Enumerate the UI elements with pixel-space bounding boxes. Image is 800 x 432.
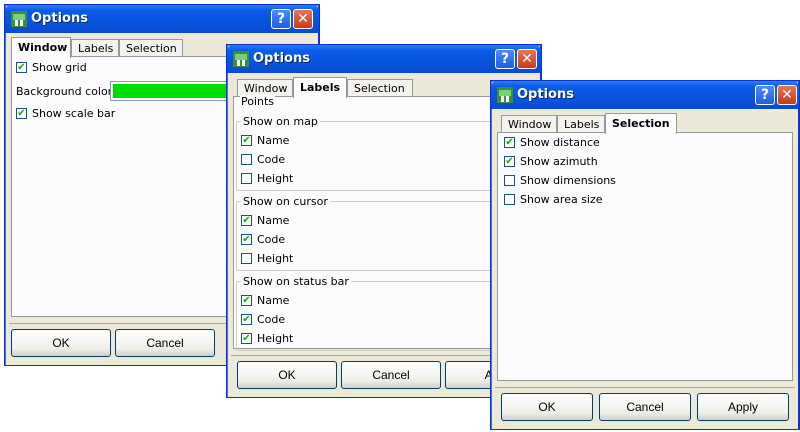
- checkbox-label: Height: [257, 332, 294, 345]
- app-icon: [11, 11, 27, 27]
- ok-button[interactable]: OK: [11, 329, 111, 357]
- tab-window[interactable]: Window: [501, 115, 557, 132]
- ok-button[interactable]: OK: [501, 393, 593, 421]
- ok-button[interactable]: OK: [237, 361, 337, 389]
- checkbox-unchecked-icon: [241, 253, 252, 264]
- checkbox-label: Code: [257, 233, 286, 246]
- show-grid-label: Show grid: [32, 61, 87, 74]
- title-bar[interactable]: Options ? ✕: [491, 81, 799, 109]
- checkbox-label: Name: [257, 134, 290, 147]
- cancel-button[interactable]: Cancel: [115, 329, 215, 357]
- close-button[interactable]: ✕: [517, 49, 537, 69]
- group-label: Show on cursor: [241, 195, 330, 208]
- checkbox-checked-icon: ✔: [241, 295, 252, 306]
- tab-window[interactable]: Window: [237, 79, 293, 96]
- checkbox-checked-icon: ✔: [241, 333, 252, 344]
- tab-labels[interactable]: Labels: [71, 39, 119, 56]
- checkbox-label: Height: [257, 252, 294, 265]
- tab-panel-selection: ✔ Show distance ✔ Show azimuth Show dime…: [497, 132, 793, 381]
- tab-window[interactable]: Window: [11, 37, 71, 58]
- background-color-label: Background color: [16, 85, 113, 98]
- tab-selection[interactable]: Selection: [347, 79, 413, 96]
- checkbox-checked-icon: ✔: [16, 108, 27, 119]
- checkbox-label: Show distance: [520, 136, 600, 149]
- title-bar[interactable]: Options ? ✕: [227, 45, 541, 73]
- apply-button[interactable]: Apply: [697, 393, 789, 421]
- show-scale-bar-label: Show scale bar: [32, 107, 116, 120]
- checkbox-label: Show dimensions: [520, 174, 616, 187]
- close-button[interactable]: ✕: [293, 9, 313, 29]
- checkbox-checked-icon: ✔: [241, 135, 252, 146]
- close-button[interactable]: ✕: [777, 85, 797, 105]
- checkbox-checked-icon: ✔: [241, 215, 252, 226]
- checkbox-label: Show area size: [520, 193, 603, 206]
- group-label: Show on map: [241, 115, 320, 128]
- checkbox-unchecked-icon: [241, 173, 252, 184]
- tab-selection[interactable]: Selection: [605, 113, 677, 134]
- button-row: OK Cancel Apply: [495, 387, 795, 425]
- checkbox-unchecked-icon: [504, 194, 515, 205]
- checkbox-label: Name: [257, 214, 290, 227]
- checkbox-checked-icon: ✔: [504, 137, 515, 148]
- tab-selection[interactable]: Selection: [119, 39, 183, 56]
- window-title: Options: [253, 51, 310, 66]
- checkbox-checked-icon: ✔: [16, 62, 27, 73]
- app-icon: [497, 87, 513, 103]
- window-title: Options: [517, 87, 574, 102]
- help-button[interactable]: ?: [271, 9, 291, 29]
- points-label: Points: [240, 95, 276, 108]
- cancel-button[interactable]: Cancel: [341, 361, 441, 389]
- tab-labels[interactable]: Labels: [293, 77, 347, 98]
- help-button[interactable]: ?: [495, 49, 515, 69]
- tab-labels[interactable]: Labels: [557, 115, 605, 132]
- checkbox-checked-icon: ✔: [504, 156, 515, 167]
- app-icon: [233, 51, 249, 67]
- divider: [495, 387, 795, 388]
- checkbox-unchecked-icon: [504, 175, 515, 186]
- checkbox-checked-icon: ✔: [241, 234, 252, 245]
- checkbox-label: Show azimuth: [520, 155, 598, 168]
- checkbox-checked-icon: ✔: [241, 314, 252, 325]
- checkbox-unchecked-icon: [241, 154, 252, 165]
- cancel-button[interactable]: Cancel: [599, 393, 691, 421]
- checkbox-label: Name: [257, 294, 290, 307]
- checkbox-label: Height: [257, 172, 294, 185]
- title-bar[interactable]: Options ? ✕: [5, 5, 319, 33]
- checkbox-label: Code: [257, 153, 286, 166]
- window-title: Options: [31, 11, 88, 26]
- options-window-3: Options ? ✕ Window Labels Selection ✔ Sh…: [490, 80, 800, 430]
- group-label: Show on status bar: [241, 275, 351, 288]
- checkbox-label: Code: [257, 313, 286, 326]
- help-button[interactable]: ?: [755, 85, 775, 105]
